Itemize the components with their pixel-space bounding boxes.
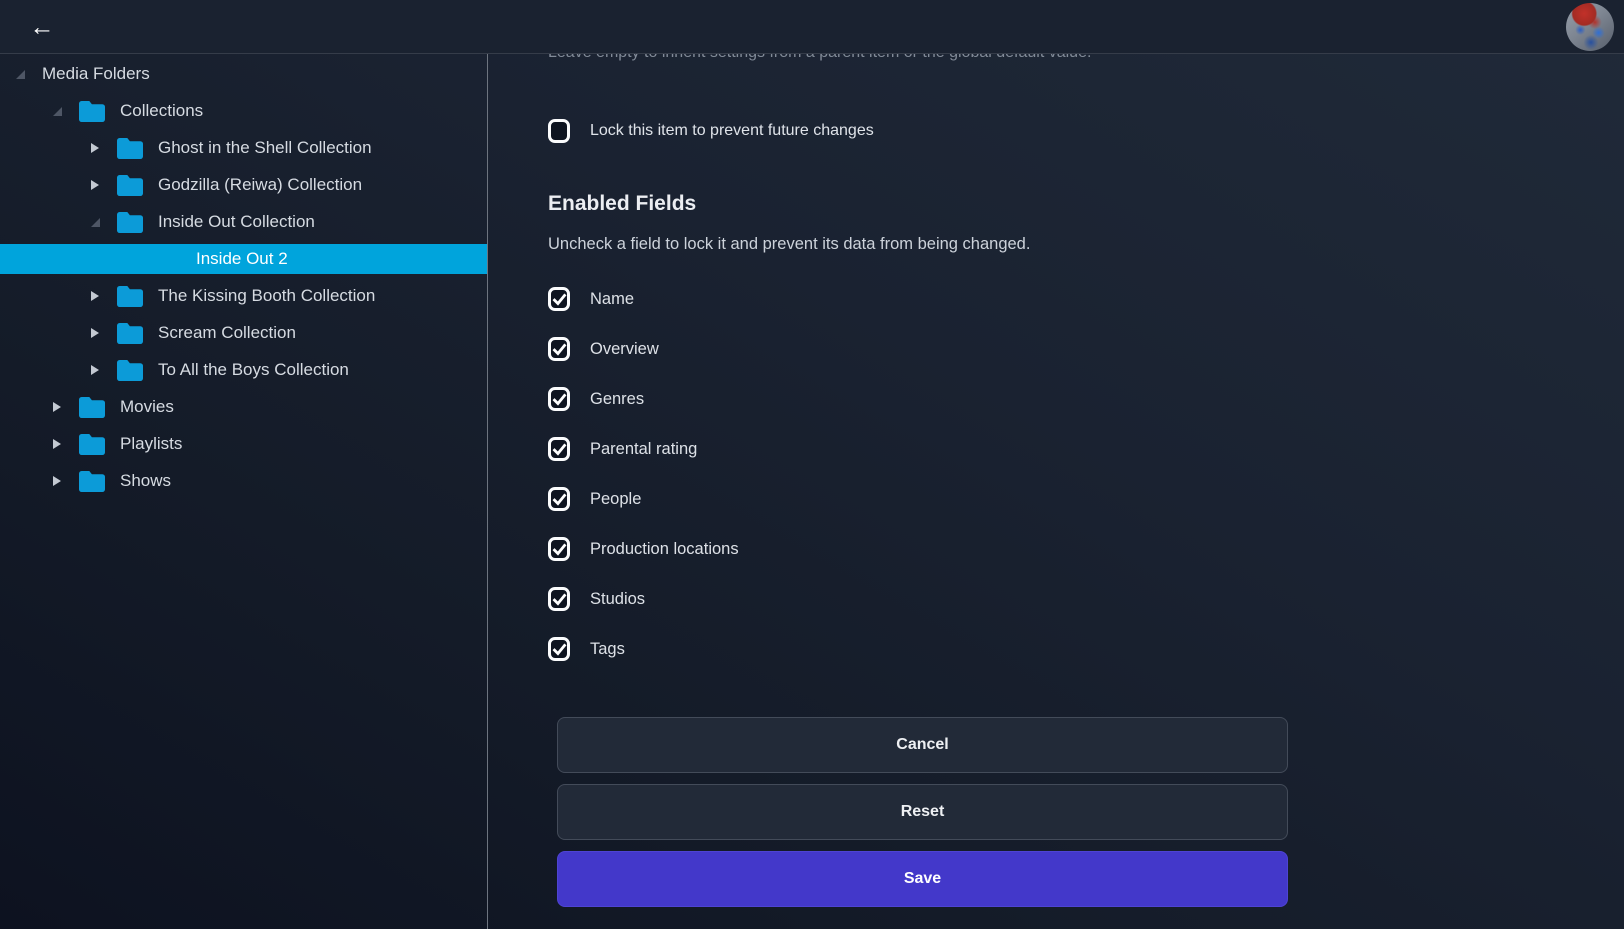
collapsed-arrow-icon[interactable] (86, 143, 104, 153)
field-row-parental-rating[interactable]: Parental rating (548, 424, 739, 474)
field-label: Tags (590, 640, 625, 659)
field-label: Studios (590, 590, 645, 609)
enabled-fields-title: Enabled Fields (548, 192, 696, 216)
tree-item-collections[interactable]: Collections (0, 96, 487, 126)
tree-item-label: Movies (120, 397, 174, 417)
folder-icon (117, 212, 143, 233)
field-checkbox-overview[interactable] (548, 337, 570, 361)
save-button[interactable]: Save (557, 851, 1288, 907)
tree-item-godzilla-reiwa-collection[interactable]: Godzilla (Reiwa) Collection (0, 170, 487, 200)
tree-item-shows[interactable]: Shows (0, 466, 487, 496)
enabled-fields-list: Name Overview Genres Parental rating People P… (548, 274, 739, 674)
cancel-button[interactable]: Cancel (557, 717, 1288, 773)
field-checkbox-name[interactable] (548, 287, 570, 311)
tree-item-label: Media Folders (42, 64, 150, 84)
editor-panel: Leave empty to inherit settings from a p… (489, 0, 1624, 929)
user-avatar[interactable] (1566, 3, 1614, 51)
field-checkbox-production-locations[interactable] (548, 537, 570, 561)
field-row-studios[interactable]: Studios (548, 574, 739, 624)
collapsed-arrow-icon[interactable] (86, 365, 104, 375)
field-label: Parental rating (590, 440, 697, 459)
folder-icon (79, 397, 105, 418)
field-row-overview[interactable]: Overview (548, 324, 739, 374)
field-label: Overview (590, 340, 659, 359)
lock-item-checkbox[interactable] (548, 119, 570, 143)
tree-item-to-all-the-boys-collection[interactable]: To All the Boys Collection (0, 355, 487, 385)
tree-item-the-kissing-booth-collection[interactable]: The Kissing Booth Collection (0, 281, 487, 311)
enabled-fields-description: Uncheck a field to lock it and prevent i… (548, 235, 1030, 254)
expanded-arrow-icon[interactable] (11, 70, 29, 79)
collapsed-arrow-icon[interactable] (86, 180, 104, 190)
field-row-tags[interactable]: Tags (548, 624, 739, 674)
back-button[interactable]: ← (26, 11, 58, 43)
field-checkbox-parental-rating[interactable] (548, 437, 570, 461)
folder-icon (79, 434, 105, 455)
folder-icon (117, 175, 143, 196)
collapsed-arrow-icon[interactable] (86, 328, 104, 338)
field-label: Name (590, 290, 634, 309)
expanded-arrow-icon[interactable] (48, 107, 66, 116)
collapsed-arrow-icon[interactable] (48, 439, 66, 449)
field-label: Genres (590, 390, 644, 409)
lock-item-row[interactable]: Lock this item to prevent future changes (548, 119, 874, 143)
tree-item-inside-out-2[interactable]: Inside Out 2 (0, 244, 487, 274)
collapsed-arrow-icon[interactable] (86, 291, 104, 301)
reset-button[interactable]: Reset (557, 784, 1288, 840)
form-button-group: Cancel Reset Save (557, 717, 1288, 918)
field-label: People (590, 490, 641, 509)
expanded-arrow-icon[interactable] (86, 218, 104, 227)
tree-item-label: Ghost in the Shell Collection (158, 138, 372, 158)
tree-item-label: The Kissing Booth Collection (158, 286, 375, 306)
back-arrow-icon: ← (30, 13, 55, 41)
field-checkbox-genres[interactable] (548, 387, 570, 411)
tree-item-label: Godzilla (Reiwa) Collection (158, 175, 362, 195)
tree-item-ghost-in-the-shell-collection[interactable]: Ghost in the Shell Collection (0, 133, 487, 163)
tree-item-playlists[interactable]: Playlists (0, 429, 487, 459)
field-row-name[interactable]: Name (548, 274, 739, 324)
tree-item-scream-collection[interactable]: Scream Collection (0, 318, 487, 348)
media-folder-tree-panel: Media Folders Collections Ghost in the She… (0, 54, 488, 929)
top-bar: ← (0, 0, 1624, 54)
field-label: Production locations (590, 540, 739, 559)
media-folder-tree: Media Folders Collections Ghost in the She… (0, 59, 487, 496)
tree-item-label: Collections (120, 101, 203, 121)
folder-icon (117, 138, 143, 159)
tree-item-movies[interactable]: Movies (0, 392, 487, 422)
tree-item-label: Scream Collection (158, 323, 296, 343)
field-row-production-locations[interactable]: Production locations (548, 524, 739, 574)
folder-icon (117, 286, 143, 307)
tree-item-label: Inside Out 2 (196, 249, 288, 269)
tree-item-media-folders[interactable]: Media Folders (0, 59, 487, 89)
collapsed-arrow-icon[interactable] (48, 402, 66, 412)
tree-item-label: To All the Boys Collection (158, 360, 349, 380)
lock-item-label: Lock this item to prevent future changes (590, 122, 874, 140)
field-row-genres[interactable]: Genres (548, 374, 739, 424)
folder-icon (79, 471, 105, 492)
field-checkbox-tags[interactable] (548, 637, 570, 661)
field-checkbox-people[interactable] (548, 487, 570, 511)
folder-icon (79, 101, 105, 122)
field-row-people[interactable]: People (548, 474, 739, 524)
folder-icon (117, 323, 143, 344)
collapsed-arrow-icon[interactable] (48, 476, 66, 486)
folder-icon (117, 360, 143, 381)
tree-item-label: Playlists (120, 434, 182, 454)
tree-item-label: Inside Out Collection (158, 212, 315, 232)
tree-item-label: Shows (120, 471, 171, 491)
field-checkbox-studios[interactable] (548, 587, 570, 611)
tree-item-inside-out-collection[interactable]: Inside Out Collection (0, 207, 487, 237)
metadata-editor-page: { "colors": { "accent": "#00a4dc", "fold… (0, 0, 1624, 929)
